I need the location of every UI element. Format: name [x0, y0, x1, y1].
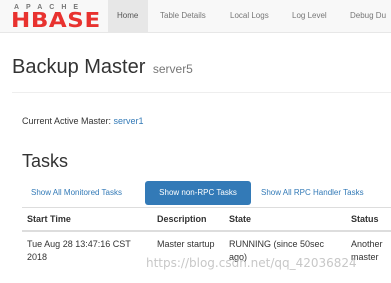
tasks-heading: Tasks [22, 151, 69, 171]
active-master-label: Current Active Master: [22, 116, 112, 126]
page-title: Backup Master server5 [12, 56, 193, 79]
nav-home[interactable]: Home [108, 0, 148, 32]
title-divider [12, 92, 391, 93]
column-header-start-time: Start Time [27, 214, 71, 224]
table-header-border [22, 230, 391, 232]
column-header-state: State [229, 214, 252, 224]
tab-non-rpc-tasks[interactable]: Show non-RPC Tasks [145, 181, 251, 205]
page-title-text: Backup Master [12, 56, 146, 78]
navbar: APACHE HBASE Home Table Details Local Lo… [0, 0, 391, 33]
logo-hbase-text: HBASE [11, 8, 101, 32]
table-top-border [22, 207, 391, 208]
nav-table-details[interactable]: Table Details [160, 0, 206, 32]
watermark: https://blog.csdn.net/qq_42036824 [146, 256, 357, 270]
active-master-line: Current Active Master: server1 [22, 116, 144, 126]
cell-start-time: Tue Aug 28 13:47:16 CST 2018 [27, 239, 131, 262]
cell-status: Another master [351, 239, 383, 262]
nav-log-level[interactable]: Log Level [292, 0, 327, 32]
nav-local-logs[interactable]: Local Logs [230, 0, 269, 32]
tab-all-monitored-tasks[interactable]: Show All Monitored Tasks [27, 181, 126, 205]
page-title-server: server5 [152, 62, 193, 76]
nav-debug-dump[interactable]: Debug Du [350, 0, 386, 32]
column-header-status: Status [351, 214, 379, 224]
cell-description: Master startup [157, 239, 215, 249]
hbase-logo[interactable]: APACHE HBASE [11, 4, 101, 32]
tab-all-rpc-handler-tasks[interactable]: Show All RPC Handler Tasks [257, 181, 368, 205]
active-master-link[interactable]: server1 [114, 116, 144, 126]
column-header-description: Description [157, 214, 207, 224]
